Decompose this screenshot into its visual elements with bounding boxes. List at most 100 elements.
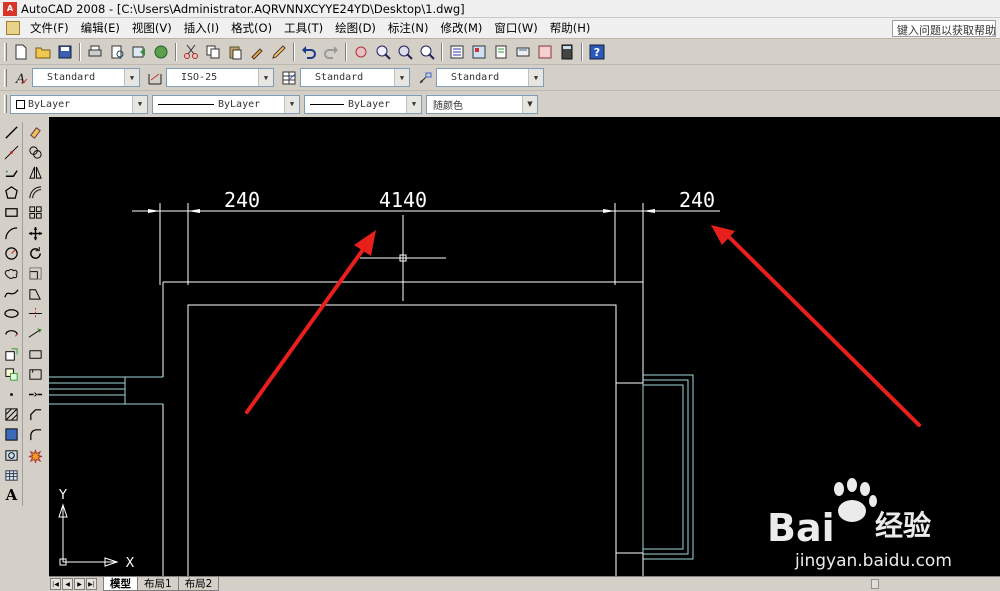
wall-outline[interactable] bbox=[162, 281, 644, 576]
text-style-select[interactable]: Standard ▼ bbox=[32, 68, 140, 87]
circle-icon[interactable] bbox=[2, 243, 22, 263]
sheet-set-manager-icon[interactable] bbox=[513, 42, 533, 62]
menu-file[interactable]: 文件(F) bbox=[24, 20, 75, 36]
erase-icon[interactable] bbox=[25, 122, 45, 142]
insert-block-icon[interactable] bbox=[2, 344, 22, 364]
trim-icon[interactable] bbox=[25, 304, 45, 324]
construction-line-icon[interactable] bbox=[2, 142, 22, 162]
join-icon[interactable] bbox=[25, 384, 45, 404]
dimension-style-select[interactable]: ISO-25 ▼ bbox=[166, 68, 274, 87]
help-search-input[interactable]: 键入问题以获取帮助 bbox=[892, 20, 996, 37]
region-icon[interactable] bbox=[2, 445, 22, 465]
copy-object-icon[interactable] bbox=[25, 142, 45, 162]
previous-tab-icon[interactable]: ◀ bbox=[62, 578, 73, 590]
match-properties-icon[interactable] bbox=[247, 42, 267, 62]
ellipse-arc-icon[interactable] bbox=[2, 324, 22, 344]
color-control-select[interactable]: ByLayer ▼ bbox=[10, 94, 148, 114]
menu-format[interactable]: 格式(O) bbox=[225, 20, 278, 36]
redo-icon[interactable] bbox=[321, 42, 341, 62]
design-center-icon[interactable] bbox=[469, 42, 489, 62]
autocad-app-icon[interactable]: A bbox=[3, 1, 17, 16]
hatch-icon[interactable] bbox=[2, 405, 22, 425]
document-menu-icon[interactable] bbox=[6, 21, 20, 35]
table-icon[interactable] bbox=[2, 465, 22, 485]
dimension-text-left[interactable]: 240 bbox=[224, 188, 260, 212]
tab-layout1[interactable]: 布局1 bbox=[137, 577, 179, 591]
array-icon[interactable] bbox=[25, 203, 45, 223]
block-editor-icon[interactable] bbox=[269, 42, 289, 62]
tab-model[interactable]: 模型 bbox=[103, 577, 138, 591]
revision-cloud-icon[interactable] bbox=[2, 263, 22, 283]
zoom-previous-icon[interactable] bbox=[417, 42, 437, 62]
gradient-icon[interactable] bbox=[2, 425, 22, 445]
zoom-realtime-icon[interactable] bbox=[373, 42, 393, 62]
chevron-down-icon[interactable]: ▼ bbox=[132, 95, 147, 113]
plot-style-control-select[interactable]: 随颜色 ▼ bbox=[426, 94, 538, 114]
move-icon[interactable] bbox=[25, 223, 45, 243]
ellipse-icon[interactable] bbox=[2, 304, 22, 324]
last-tab-icon[interactable]: ▶| bbox=[86, 578, 97, 590]
make-block-icon[interactable] bbox=[2, 364, 22, 384]
chevron-down-icon[interactable]: ▼ bbox=[406, 95, 421, 113]
spline-icon[interactable] bbox=[2, 284, 22, 304]
table-style-select[interactable]: Standard ▼ bbox=[300, 68, 410, 87]
toolbar-grip[interactable] bbox=[4, 95, 7, 113]
polygon-icon[interactable] bbox=[2, 183, 22, 203]
drawing-canvas[interactable]: 240 4140 240 Y X Bai 经验 jingyan.baidu.co… bbox=[49, 117, 1000, 576]
menu-help[interactable]: 帮助(H) bbox=[544, 20, 597, 36]
publish-icon[interactable] bbox=[129, 42, 149, 62]
left-window[interactable] bbox=[49, 376, 163, 405]
tab-layout2[interactable]: 布局2 bbox=[177, 577, 220, 591]
chevron-down-icon[interactable]: ▼ bbox=[258, 69, 273, 86]
explode-icon[interactable] bbox=[25, 445, 45, 465]
tool-palettes-icon[interactable] bbox=[491, 42, 511, 62]
open-icon[interactable] bbox=[33, 42, 53, 62]
chevron-down-icon[interactable]: ▼ bbox=[284, 95, 299, 113]
dimension-text-right[interactable]: 240 bbox=[679, 188, 715, 212]
first-tab-icon[interactable]: |◀ bbox=[50, 578, 61, 590]
menu-view[interactable]: 视图(V) bbox=[126, 20, 178, 36]
right-window[interactable] bbox=[642, 374, 694, 560]
save-icon[interactable] bbox=[55, 42, 75, 62]
arc-icon[interactable] bbox=[2, 223, 22, 243]
markup-set-manager-icon[interactable] bbox=[535, 42, 555, 62]
3d-dwf-icon[interactable] bbox=[151, 42, 171, 62]
mirror-icon[interactable] bbox=[25, 162, 45, 182]
stretch-icon[interactable] bbox=[25, 284, 45, 304]
chevron-down-icon[interactable]: ▼ bbox=[528, 69, 543, 86]
chamfer-icon[interactable] bbox=[25, 405, 45, 425]
paste-icon[interactable] bbox=[225, 42, 245, 62]
plot-preview-icon[interactable] bbox=[107, 42, 127, 62]
quickcalc-icon[interactable] bbox=[557, 42, 577, 62]
linetype-control-select[interactable]: ByLayer ▼ bbox=[152, 94, 300, 114]
menu-draw[interactable]: 绘图(D) bbox=[329, 20, 382, 36]
chevron-down-icon[interactable]: ▼ bbox=[394, 69, 409, 86]
menu-modify[interactable]: 修改(M) bbox=[435, 20, 489, 36]
table-style-icon[interactable] bbox=[279, 68, 299, 88]
rectangle-icon[interactable] bbox=[2, 203, 22, 223]
fillet-icon[interactable] bbox=[25, 425, 45, 445]
point-icon[interactable] bbox=[2, 384, 22, 404]
properties-icon[interactable] bbox=[447, 42, 467, 62]
rotate-icon[interactable] bbox=[25, 243, 45, 263]
help-icon[interactable]: ? bbox=[587, 42, 607, 62]
drawing-area[interactable]: 240 4140 240 Y X Bai 经验 jingyan.baidu.co… bbox=[49, 117, 1000, 576]
next-tab-icon[interactable]: ▶ bbox=[74, 578, 85, 590]
multileader-style-select[interactable]: Standard ▼ bbox=[436, 68, 544, 87]
plot-icon[interactable] bbox=[85, 42, 105, 62]
multiline-text-icon[interactable]: A bbox=[2, 485, 22, 505]
pan-realtime-icon[interactable] bbox=[351, 42, 371, 62]
menu-window[interactable]: 窗口(W) bbox=[488, 20, 543, 36]
menu-insert[interactable]: 插入(I) bbox=[178, 20, 225, 36]
menu-edit[interactable]: 编辑(E) bbox=[75, 20, 126, 36]
menu-tools[interactable]: 工具(T) bbox=[278, 20, 329, 36]
copy-icon[interactable] bbox=[203, 42, 223, 62]
break-icon[interactable] bbox=[25, 364, 45, 384]
dimension-text-center[interactable]: 4140 bbox=[379, 188, 427, 212]
scale-icon[interactable] bbox=[25, 263, 45, 283]
extend-icon[interactable] bbox=[25, 324, 45, 344]
chevron-down-icon[interactable]: ▼ bbox=[522, 95, 537, 113]
line-icon[interactable] bbox=[2, 122, 22, 142]
toolbar-grip[interactable] bbox=[4, 42, 7, 61]
toolbar-grip[interactable] bbox=[4, 68, 7, 87]
